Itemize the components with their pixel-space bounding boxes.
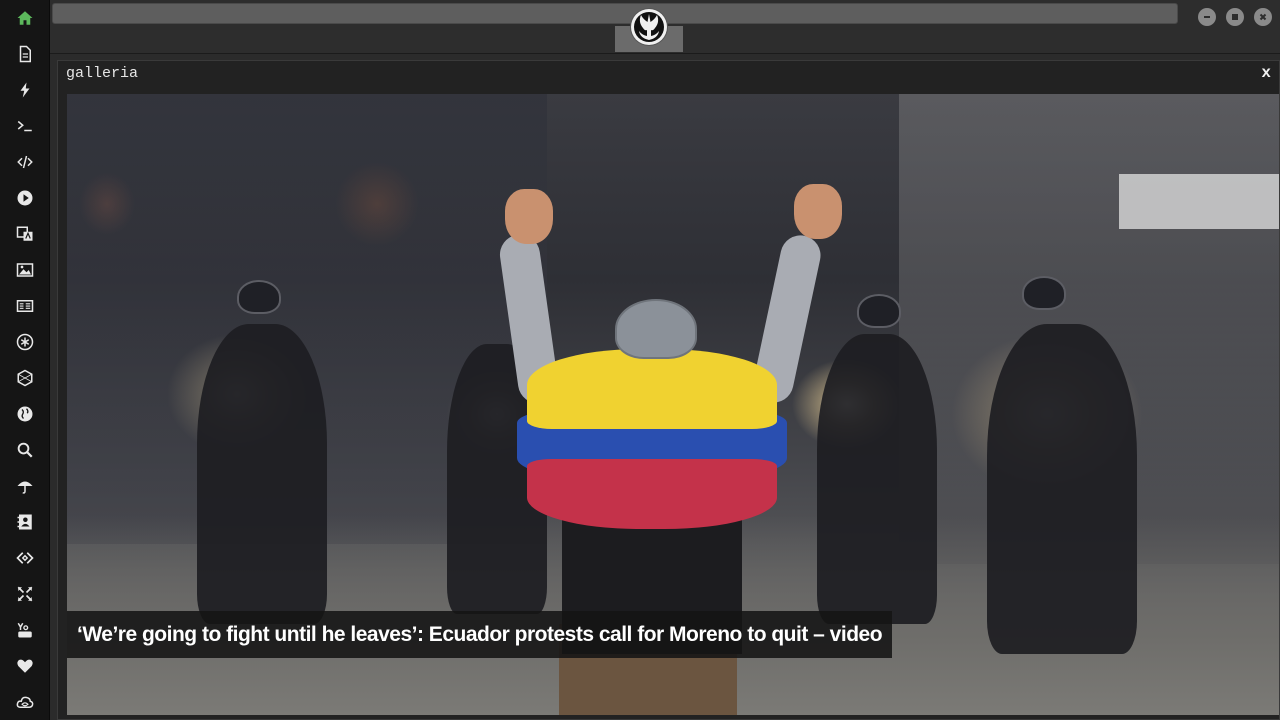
photo-hard-hat [615, 299, 697, 359]
sidebar-item-lightning[interactable] [13, 78, 37, 102]
photo-hand [505, 189, 553, 244]
rebel-alliance-logo-icon[interactable] [631, 9, 667, 45]
photo-helmet [237, 280, 281, 314]
photo-caption[interactable]: ‘We’re going to fight until he leaves’: … [67, 611, 893, 658]
document-icon [19, 45, 31, 63]
photo-helmet [1022, 276, 1066, 310]
expand-icon [17, 586, 33, 602]
sidebar-item-play[interactable] [13, 186, 37, 210]
photo-flag-yellow [527, 349, 777, 429]
home-icon [17, 11, 33, 25]
asterisk-icon [16, 333, 34, 351]
maximize-button[interactable] [1226, 8, 1244, 26]
sidebar-item-contact-card[interactable] [13, 510, 37, 534]
umbrella-icon [17, 481, 33, 494]
close-icon [1259, 13, 1267, 21]
sidebar-item-home[interactable] [13, 6, 37, 30]
maximize-icon [1232, 14, 1238, 20]
sidebar-item-document[interactable] [13, 42, 37, 66]
photo-helmet [857, 294, 901, 328]
youtube-icon [17, 622, 32, 638]
sidebar-item-search[interactable] [13, 438, 37, 462]
minimize-icon [1204, 16, 1210, 18]
heart-icon [17, 659, 33, 673]
sidebar-item-code[interactable] [13, 150, 37, 174]
sidebar-item-cloud[interactable] [13, 690, 37, 714]
sidebar-item-image[interactable] [13, 258, 37, 282]
sidebar-item-globe[interactable] [13, 402, 37, 426]
sidebar-item-umbrella[interactable] [13, 474, 37, 498]
code-icon [17, 155, 33, 169]
sidebar-item-terminal[interactable] [13, 114, 37, 138]
sidebar-item-translate[interactable] [13, 222, 37, 246]
gallery-photo[interactable]: ‘We’re going to fight until he leaves’: … [67, 94, 1279, 715]
sidebar-item-youtube[interactable] [13, 618, 37, 642]
top-bar [50, 0, 1280, 54]
sidebar-item-embed[interactable] [13, 546, 37, 570]
photo-flag-red [527, 459, 777, 529]
search-icon [17, 442, 33, 458]
cloud-icon [16, 696, 34, 708]
gallery-window: galleria x ‘We’re going to fight until h… [57, 60, 1280, 720]
gallery-title: galleria [66, 65, 139, 82]
sidebar [0, 0, 50, 720]
contact-card-icon [17, 514, 32, 530]
photo-rider [197, 324, 327, 624]
photo-awning [1119, 174, 1279, 229]
sidebar-item-asterisk[interactable] [13, 330, 37, 354]
sidebar-item-heart[interactable] [13, 654, 37, 678]
photo-rider [817, 334, 937, 624]
hexagon-icon [17, 369, 33, 387]
address-bar[interactable] [52, 3, 1178, 24]
photo-rider [987, 324, 1137, 654]
sidebar-item-newspaper[interactable] [13, 294, 37, 318]
image-icon [16, 263, 34, 277]
translate-icon [16, 226, 33, 241]
close-window-button[interactable] [1254, 8, 1272, 26]
photo-hand [794, 184, 842, 239]
terminal-icon [17, 120, 32, 132]
globe-icon [17, 406, 33, 422]
newspaper-icon [16, 300, 34, 312]
gallery-close-button[interactable]: x [1261, 64, 1271, 82]
play-icon [17, 190, 33, 206]
sidebar-item-expand[interactable] [13, 582, 37, 606]
photo-protester [517, 349, 787, 654]
lightning-icon [20, 82, 30, 98]
minimize-button[interactable] [1198, 8, 1216, 26]
sidebar-item-hexagon[interactable] [13, 366, 37, 390]
embed-icon [16, 552, 34, 564]
